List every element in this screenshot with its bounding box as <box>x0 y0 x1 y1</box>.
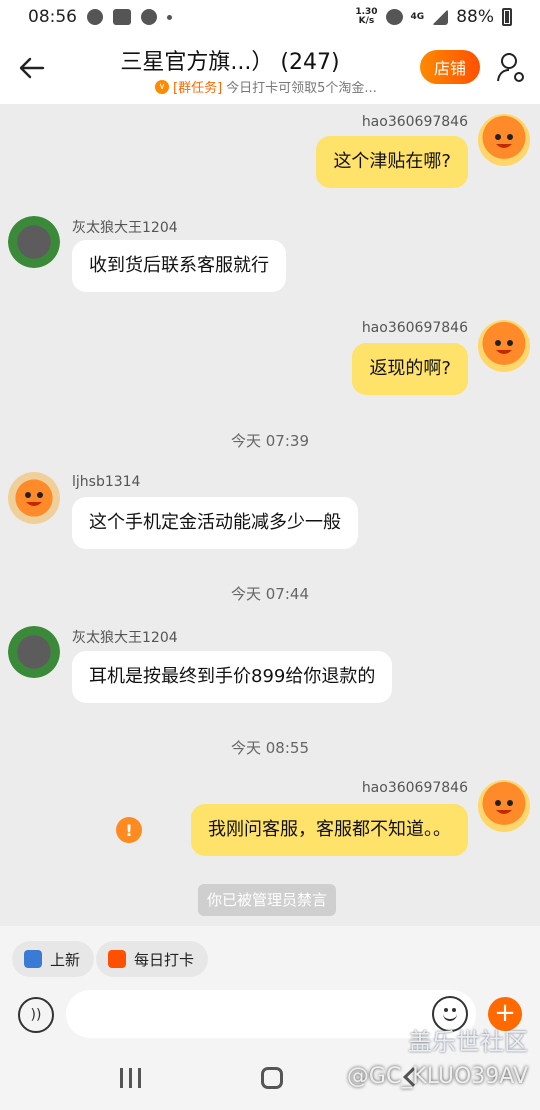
notification-app-icon <box>87 9 103 25</box>
new-arrivals-icon <box>24 950 42 968</box>
group-settings-icon[interactable] <box>496 52 526 84</box>
message-bubble[interactable]: 我刚问客服，客服都不知道。。 <box>191 804 468 856</box>
watermark-community: 盖乐世社区 <box>408 1028 528 1056</box>
my-avatar[interactable] <box>478 114 530 166</box>
tool-chip-new-arrivals[interactable]: 上新 <box>12 941 95 977</box>
my-avatar[interactable] <box>478 780 530 832</box>
tool-chip-label: 上新 <box>50 950 81 969</box>
sender-name: 灰太狼大王1204 <box>72 630 178 646</box>
alarm-icon <box>385 9 403 25</box>
message-bubble[interactable]: 这个津贴在哪? <box>316 136 468 188</box>
message-bubble[interactable]: 收到货后联系客服就行 <box>72 240 286 292</box>
mascot-face-icon <box>495 134 513 148</box>
status-bar: 08:56 1.30 K/s 4G 88% <box>0 0 540 34</box>
group-task-tag: [群任务] <box>173 81 223 96</box>
sender-name: 灰太狼大王1204 <box>72 220 178 236</box>
timestamp-divider: 今天 07:39 <box>231 432 309 450</box>
app-notification-icon <box>141 9 157 25</box>
message-icon <box>113 9 131 25</box>
calendar-checkin-icon <box>108 950 126 968</box>
chevron-down-icon: ∨ <box>155 79 169 94</box>
tool-chip-label: 每日打卡 <box>134 950 195 969</box>
chat-header: 三星官方旗...） (247) ∨ [群任务] 今日打卡可领取5个淘金... 店… <box>0 34 540 104</box>
mascot-face-icon <box>495 800 513 814</box>
sender-name: hao360697846 <box>361 780 468 796</box>
timestamp-divider: 今天 08:55 <box>231 739 309 757</box>
voice-input-icon[interactable]: )) <box>18 997 54 1033</box>
network-speed: 1.30 K/s <box>355 7 378 26</box>
chat-area[interactable]: hao360697846 这个津贴在哪? 灰太狼大王1204 收到货后联系客服就… <box>0 104 540 926</box>
battery-icon <box>502 8 512 26</box>
mascot-face-icon <box>25 492 43 506</box>
network-type: 4G <box>410 12 425 22</box>
battery-percent: 88% <box>456 7 494 27</box>
muted-by-admin-notice: 你已被管理员禁言 <box>198 884 337 916</box>
tool-chip-daily-checkin[interactable]: 每日打卡 <box>96 941 209 977</box>
signal-icon <box>432 9 449 25</box>
message-bubble[interactable]: 返现的啊? <box>352 343 468 395</box>
sender-name: hao360697846 <box>361 114 468 130</box>
group-task-text: 今日打卡可领取5个淘金... <box>226 81 377 96</box>
sender-avatar-wolf[interactable] <box>8 216 60 268</box>
recent-apps-icon[interactable] <box>120 1068 142 1088</box>
status-time: 08:56 <box>28 7 77 27</box>
mascot-face-icon <box>495 340 513 354</box>
timestamp-divider: 今天 07:44 <box>231 585 309 603</box>
quick-tools-bar: 上新 每日打卡 <box>0 926 540 984</box>
my-avatar[interactable] <box>478 320 530 372</box>
group-task-banner[interactable]: ∨ [群任务] 今日打卡可领取5个淘金... <box>155 77 377 96</box>
message-bubble[interactable]: 这个手机定金活动能减多少一般 <box>72 497 358 549</box>
back-arrow-icon[interactable] <box>18 54 46 82</box>
group-title: 三星官方旗...） (247) <box>120 50 340 75</box>
sender-name: ljhsb1314 <box>72 474 141 490</box>
sender-avatar-wolf[interactable] <box>8 626 60 678</box>
message-bubble[interactable]: 耳机是按最终到手价899给你退款的 <box>72 651 393 703</box>
send-failed-warning-icon[interactable]: ! <box>116 817 142 843</box>
more-notifications-dot <box>167 14 172 20</box>
home-icon[interactable] <box>261 1067 283 1089</box>
shop-button[interactable]: 店铺 <box>420 50 480 84</box>
watermark-handle: @GC_KLUO39AV <box>346 1064 528 1089</box>
sender-name: hao360697846 <box>361 320 468 336</box>
sender-avatar-mascot[interactable] <box>8 472 60 524</box>
